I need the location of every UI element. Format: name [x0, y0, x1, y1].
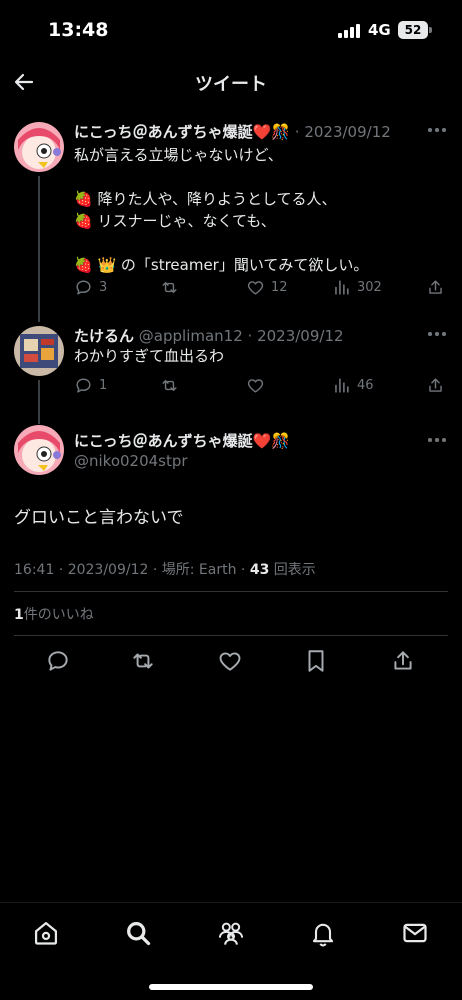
- tweet-header: にこっち＠あんずちゃ爆誕❤️🎊: [74, 430, 290, 451]
- more-options-button[interactable]: [428, 332, 446, 338]
- username[interactable]: @appliman12: [139, 327, 243, 345]
- communities-icon: [218, 922, 244, 945]
- search-icon: [127, 922, 151, 946]
- view-count: 43: [249, 562, 270, 578]
- thread-line: [38, 380, 40, 424]
- network-type: 4G: [368, 21, 391, 39]
- tweet-text: わかりすぎて血出るわ: [74, 347, 225, 365]
- bookmark-icon: [308, 650, 324, 672]
- views-count: 302: [357, 279, 382, 295]
- tab-home[interactable]: [32, 919, 60, 947]
- likes-summary[interactable]: 1件のいいね: [14, 604, 94, 624]
- username[interactable]: @niko0204stpr: [74, 452, 188, 470]
- tab-notifications[interactable]: [309, 919, 337, 947]
- like-button[interactable]: [217, 648, 243, 674]
- heart-icon: [247, 378, 264, 393]
- retweet-icon: [133, 653, 153, 669]
- header: ツイート: [0, 58, 462, 106]
- thread-tweet-2[interactable]: たけるん @appliman12 · 2023/09/12 わかりすぎて血出るわ…: [0, 322, 462, 424]
- like-button[interactable]: [246, 374, 271, 396]
- home-icon: [34, 921, 58, 945]
- bookmark-button[interactable]: [303, 648, 329, 674]
- thread-line: [38, 176, 40, 322]
- more-options-button[interactable]: [428, 438, 446, 444]
- share-button[interactable]: [426, 276, 445, 298]
- display-name[interactable]: たけるん: [74, 327, 134, 345]
- tab-messages[interactable]: [401, 919, 429, 947]
- retweet-button[interactable]: [160, 374, 185, 396]
- heart-icon: [247, 280, 264, 295]
- tab-search[interactable]: [124, 919, 152, 947]
- main-tweet: にこっち＠あんずちゃ爆誕❤️🎊 @niko0204stpr: [0, 422, 462, 482]
- avatar[interactable]: [14, 425, 64, 475]
- tweet-date: · 2023/09/12: [294, 123, 391, 141]
- views-button[interactable]: 302: [332, 276, 382, 298]
- tweet-actions: 3 12 302: [74, 276, 450, 298]
- home-indicator[interactable]: [149, 984, 313, 990]
- share-icon: [394, 651, 412, 670]
- avatar[interactable]: [14, 122, 64, 172]
- avatar[interactable]: [14, 326, 64, 376]
- retweet-button[interactable]: [160, 276, 185, 298]
- heart-icon: [219, 652, 241, 671]
- speech-bubble-icon: [48, 651, 68, 671]
- reply-button[interactable]: 3: [74, 276, 107, 298]
- retweet-button[interactable]: [130, 648, 156, 674]
- reply-count: 3: [99, 279, 108, 295]
- tab-communities[interactable]: [217, 919, 245, 947]
- avatar-image: [14, 122, 64, 172]
- reply-button[interactable]: 1: [74, 374, 107, 396]
- tweet-location: 場所: Earth: [161, 562, 237, 578]
- display-name[interactable]: にこっち＠あんずちゃ爆誕❤️🎊: [74, 432, 290, 450]
- tweet-actions: 1 46: [74, 374, 450, 396]
- retweet-icon: [162, 379, 177, 391]
- reply-count: 1: [99, 377, 108, 393]
- reply-button[interactable]: [45, 648, 71, 674]
- thread-tweet-1[interactable]: にこっち＠あんずちゃ爆誕❤️🎊 · 2023/09/12 私が言える立場じゃない…: [0, 118, 462, 322]
- signal-icon: [338, 24, 360, 38]
- view-label: 回表示: [273, 562, 316, 578]
- tweet-header: にこっち＠あんずちゃ爆誕❤️🎊 · 2023/09/12: [74, 121, 391, 142]
- divider: [14, 591, 448, 592]
- battery-cap: [429, 27, 432, 33]
- bell-icon: [312, 923, 334, 947]
- battery-level: 52: [404, 23, 422, 37]
- share-icon: [429, 377, 442, 392]
- views-count: 46: [357, 377, 374, 393]
- battery-icon: 52: [398, 21, 428, 39]
- speech-bubble-icon: [76, 279, 91, 295]
- likes-label: 件のいいね: [23, 607, 94, 623]
- like-count: 12: [271, 279, 288, 295]
- status-time: 13:48: [48, 19, 109, 41]
- retweet-icon: [162, 281, 177, 293]
- main-tweet-actions: [0, 648, 462, 674]
- status-bar: 13:48 4G 52: [0, 0, 462, 58]
- display-name[interactable]: にこっち＠あんずちゃ爆誕❤️🎊: [74, 123, 290, 141]
- page-title: ツイート: [195, 74, 267, 95]
- tweet-header: たけるん @appliman12 · 2023/09/12: [74, 325, 344, 346]
- bar-chart-icon: [335, 377, 349, 393]
- bar-chart-icon: [335, 279, 349, 295]
- views-button[interactable]: 46: [332, 374, 374, 396]
- tweet-meta: 16:41 · 2023/09/12 · 場所: Earth · 43 回表示: [14, 562, 316, 578]
- more-options-button[interactable]: [428, 128, 446, 134]
- tweet-timestamp: 16:41 · 2023/09/12: [14, 562, 149, 578]
- like-button[interactable]: 12: [246, 276, 288, 298]
- tweet-text: 私が言える立場じゃないけど、 🍓 降りた人や、降りようとしてる人、 🍓 リスナー…: [74, 146, 369, 274]
- avatar-image: [14, 326, 64, 376]
- share-button[interactable]: [390, 648, 416, 674]
- likes-count: 1: [14, 607, 24, 623]
- mail-icon: [403, 923, 427, 943]
- speech-bubble-icon: [76, 377, 91, 393]
- divider: [14, 635, 448, 636]
- avatar-image: [14, 425, 64, 475]
- share-button[interactable]: [426, 374, 445, 396]
- main-tweet-text: グロいこと言わないで: [14, 508, 184, 528]
- tweet-date: · 2023/09/12: [247, 327, 344, 345]
- share-icon: [429, 279, 442, 294]
